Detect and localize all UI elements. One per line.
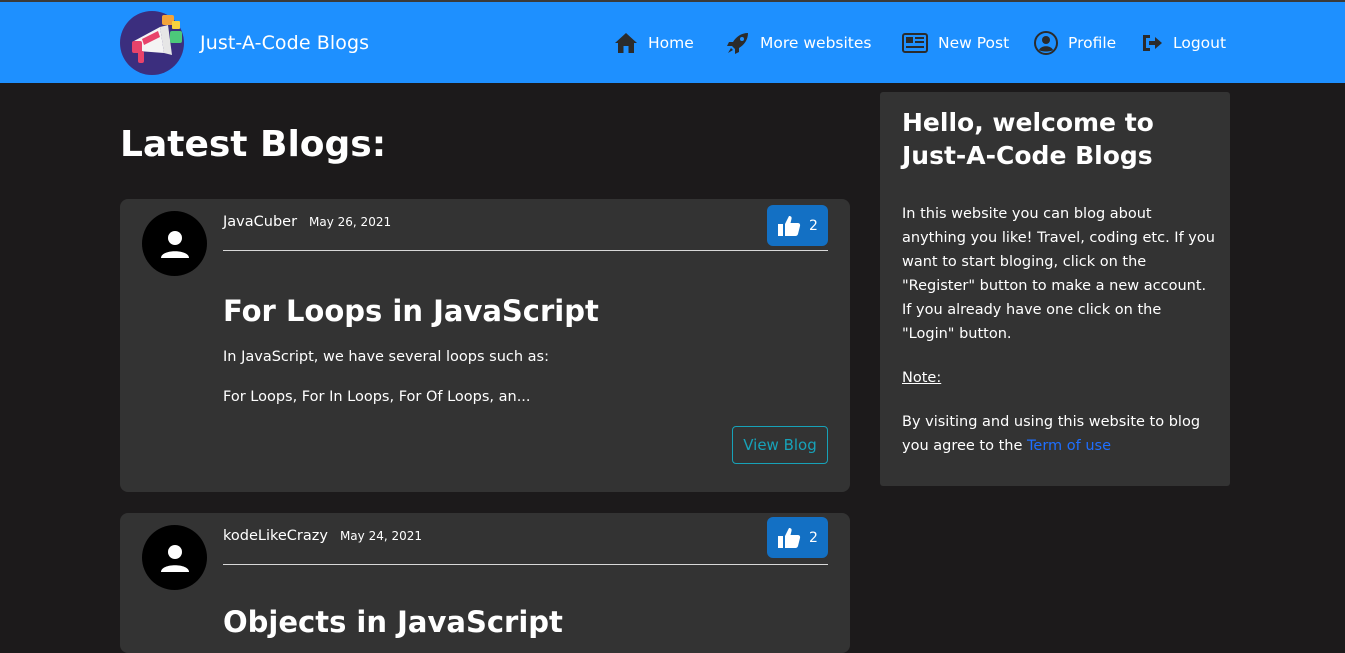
blog-card: kodeLikeCrazy May 24, 2021 2 Objects in … (120, 513, 850, 653)
home-icon (615, 33, 637, 53)
terms-of-use-link[interactable]: Term of use (1027, 438, 1111, 454)
logout-icon (1143, 35, 1162, 51)
nav-new-post-label: New Post (938, 34, 1010, 52)
user-icon (160, 230, 189, 258)
nav-more-websites[interactable]: More websites (726, 28, 871, 58)
nav-profile-label: Profile (1068, 34, 1117, 52)
avatar (142, 211, 207, 276)
post-author[interactable]: JavaCuber (223, 214, 297, 230)
nav-profile[interactable]: Profile (1034, 28, 1116, 58)
rocket-icon (727, 33, 748, 54)
nav-logout[interactable]: Logout (1141, 28, 1226, 58)
avatar (142, 525, 207, 590)
divider (223, 564, 828, 565)
nav-home-label: Home (648, 34, 694, 52)
post-excerpt-continued: For Loops, For In Loops, For Of Loops, a… (223, 389, 531, 405)
divider (223, 250, 828, 251)
post-author[interactable]: kodeLikeCrazy (223, 528, 328, 544)
sidebar-agreement: By visiting and using this website to bl… (902, 410, 1217, 458)
sidebar-description: In this website you can blog about anyth… (902, 206, 1215, 342)
blog-card: JavaCuber May 26, 2021 2 For Loops in Ja… (120, 199, 850, 492)
like-count: 2 (809, 217, 818, 234)
nav-home[interactable]: Home (614, 28, 694, 58)
nav-logout-label: Logout (1173, 34, 1227, 52)
sidebar-title: Hello, welcome to Just-A-Code Blogs (902, 108, 1154, 170)
nav-new-post[interactable]: New Post (902, 28, 1009, 58)
thumbs-up-icon (778, 527, 801, 548)
nav-more-websites-label: More websites (760, 34, 872, 52)
brand[interactable]: Just-A-Code Blogs (120, 11, 370, 75)
post-title: Objects in JavaScript (223, 605, 563, 639)
like-button[interactable]: 2 (767, 517, 828, 558)
view-blog-button[interactable]: View Blog (732, 426, 828, 464)
user-icon (160, 544, 189, 572)
post-title: For Loops in JavaScript (223, 294, 599, 328)
thumbs-up-icon (778, 215, 801, 236)
post-meta: JavaCuber May 26, 2021 (223, 214, 391, 230)
post-excerpt: In JavaScript, we have several loops suc… (223, 349, 549, 365)
newspaper-icon (902, 33, 928, 53)
sidebar-note-label: Note: (902, 370, 942, 386)
navbar: Just-A-Code Blogs Home More websites New… (0, 2, 1345, 83)
post-date: May 24, 2021 (339, 529, 423, 543)
user-circle-icon (1034, 31, 1058, 55)
post-date: May 26, 2021 (309, 215, 392, 229)
brand-name: Just-A-Code Blogs (200, 32, 370, 54)
welcome-sidebar: Hello, welcome to Just-A-Code Blogs In t… (880, 92, 1230, 486)
page-title: Latest Blogs: (120, 124, 387, 165)
megaphone-logo-icon (120, 11, 184, 75)
post-meta: kodeLikeCrazy May 24, 2021 (223, 528, 422, 544)
like-count: 2 (809, 529, 818, 546)
like-button[interactable]: 2 (767, 205, 828, 246)
